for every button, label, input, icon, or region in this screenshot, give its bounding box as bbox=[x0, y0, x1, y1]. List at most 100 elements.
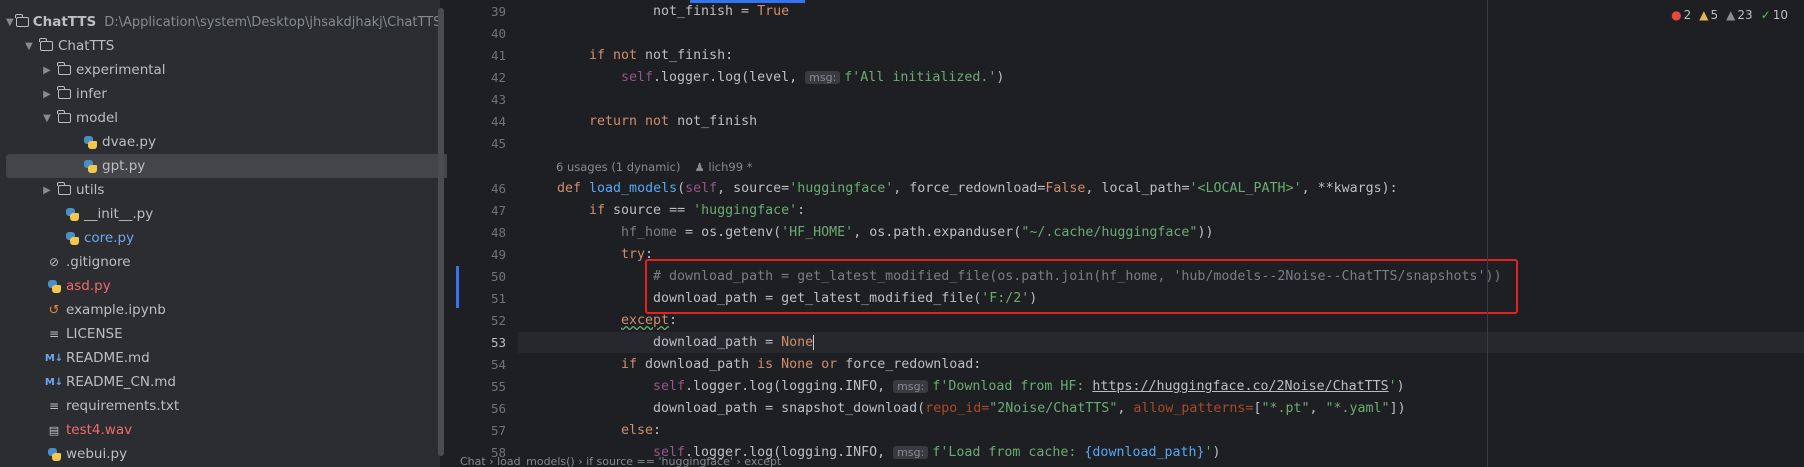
tree-item-webui[interactable]: webui.py bbox=[0, 442, 482, 466]
url-link[interactable]: https://huggingface.co/2Noise/ChatTTS bbox=[1092, 379, 1388, 394]
param-hint: msg: bbox=[805, 71, 841, 84]
active-tab-indicator bbox=[690, 0, 805, 3]
chevron-down-icon[interactable]: ▼ bbox=[6, 17, 14, 28]
code-token: .logger.log(logging.INFO, bbox=[685, 379, 894, 394]
code-token: or bbox=[821, 357, 846, 372]
chevron-down-icon[interactable]: ▼ bbox=[40, 113, 54, 124]
code-token: download_path = bbox=[653, 335, 782, 350]
code-editor[interactable]: 39 40 41 42 43 44 45 46 47 48 49 50 51 5… bbox=[448, 0, 1804, 467]
folder-icon bbox=[56, 86, 72, 101]
tree-item-requirements[interactable]: ≡ requirements.txt bbox=[0, 394, 482, 418]
code-line-53[interactable]: download_path = None bbox=[653, 332, 815, 353]
code-vision-usages[interactable]: 6 usages (1 dynamic) ♟ lich99 * bbox=[556, 160, 752, 174]
breadcrumb-item[interactable]: Chat bbox=[460, 455, 486, 467]
text-caret bbox=[813, 335, 815, 350]
author-label[interactable]: lich99 * bbox=[708, 160, 752, 174]
gitignore-icon: ⊘ bbox=[48, 255, 60, 269]
tree-item-readme[interactable]: M↓ README.md bbox=[0, 346, 482, 370]
tree-item-label: core.py bbox=[84, 230, 135, 246]
code-line-48[interactable]: hf_home = os.getenv('HF_HOME', os.path.e… bbox=[621, 222, 1213, 243]
code-line-44[interactable]: return not not_finish bbox=[589, 111, 757, 132]
code-line-39[interactable]: not_finish = True bbox=[653, 1, 789, 22]
tree-item-example[interactable]: ↺ example.ipynb bbox=[0, 298, 482, 322]
tree-item-label: README.md bbox=[66, 350, 150, 366]
breadcrumb-separator: › bbox=[489, 455, 498, 467]
code-line-42[interactable]: self.logger.log(level, msg: f'All initial… bbox=[621, 67, 1004, 88]
warning-count[interactable]: ▲ 5 bbox=[1699, 8, 1718, 22]
chevron-right-icon[interactable]: ▶ bbox=[40, 185, 54, 196]
code-line-54[interactable]: if download_path is None or force_redown… bbox=[621, 354, 981, 375]
vcs-change-marker[interactable] bbox=[456, 266, 459, 308]
tree-item-infer[interactable]: ▶ infer bbox=[0, 82, 478, 106]
python-file-icon bbox=[46, 447, 62, 461]
code-line-41[interactable]: if not not_finish: bbox=[589, 45, 733, 66]
tree-item-readme-cn[interactable]: M↓ README_CN.md bbox=[0, 370, 482, 394]
code-token: "*.yaml" bbox=[1325, 401, 1390, 416]
tree-item-label: README_CN.md bbox=[66, 374, 177, 390]
inspection-widget[interactable]: ● 2 ▲ 5 ▲ 23 ✓ 10 bbox=[1671, 8, 1788, 22]
code-token: try bbox=[621, 247, 646, 262]
tree-item-label: example.ipynb bbox=[66, 302, 166, 318]
tree-item-init[interactable]: __init__.py bbox=[0, 202, 500, 226]
code-line-47[interactable]: if source == 'huggingface': bbox=[589, 200, 805, 221]
line-number: 43 bbox=[490, 92, 506, 107]
code-token: "2Noise/ChatTTS" bbox=[989, 401, 1118, 416]
usages-link[interactable]: 6 usages (1 dynamic) bbox=[556, 160, 680, 174]
tree-item-label: webui.py bbox=[66, 446, 128, 462]
code-line-57[interactable]: else: bbox=[621, 420, 661, 441]
ok-count[interactable]: ✓ 10 bbox=[1761, 8, 1788, 22]
tree-item-core[interactable]: core.py bbox=[0, 226, 500, 250]
tree-item-model[interactable]: ▼ model bbox=[0, 106, 478, 130]
code-token: is bbox=[757, 357, 782, 372]
line-number: 46 bbox=[490, 181, 506, 196]
line-number: 41 bbox=[490, 48, 506, 63]
code-token: load_models bbox=[589, 181, 678, 196]
code-token: , local_path= bbox=[1085, 181, 1190, 196]
code-line-55[interactable]: self.logger.log(logging.INFO, msg: f'Down… bbox=[653, 376, 1405, 397]
markdown-icon: M↓ bbox=[44, 352, 64, 364]
weak-warning-count[interactable]: ▲ 23 bbox=[1726, 8, 1753, 22]
tree-root[interactable]: ▼ ChatTTS D:\Application\system\Desktop\… bbox=[0, 10, 441, 34]
code-token: False bbox=[1045, 181, 1086, 196]
root-name: ChatTTS bbox=[32, 14, 97, 30]
tree-item-test4[interactable]: ▤ test4.wav bbox=[0, 418, 482, 442]
code-token: not_finish = bbox=[653, 4, 758, 19]
tree-item-license[interactable]: ≡ LICENSE bbox=[0, 322, 482, 346]
code-token: download_path bbox=[645, 357, 758, 372]
param-hint: msg: bbox=[893, 380, 929, 393]
tree-item-asd[interactable]: asd.py bbox=[0, 274, 482, 298]
code-line-56[interactable]: download_path = snapshot_download(repo_i… bbox=[653, 398, 1406, 419]
tree-item-gitignore[interactable]: ⊘ .gitignore bbox=[0, 250, 482, 274]
folder-icon bbox=[56, 182, 72, 197]
tree-item-label: test4.wav bbox=[66, 422, 133, 438]
breadcrumb: Chat › load_models() › if source == 'hug… bbox=[448, 455, 1804, 467]
error-count[interactable]: ● 2 bbox=[1671, 8, 1691, 22]
code-token: download_path = snapshot_download( bbox=[653, 401, 926, 416]
chevron-right-icon[interactable]: ▶ bbox=[40, 89, 54, 100]
line-number: 47 bbox=[490, 203, 506, 218]
chevron-right-icon[interactable]: ▶ bbox=[40, 65, 54, 76]
python-file-icon bbox=[64, 207, 80, 221]
tree-item-experimental[interactable]: ▶ experimental bbox=[0, 58, 478, 82]
code-line-46[interactable]: def load_models(self, source='huggingfac… bbox=[557, 178, 1398, 199]
tree-item-utils[interactable]: ▶ utils bbox=[0, 178, 478, 202]
code-token: self bbox=[685, 181, 718, 196]
code-token: ( bbox=[677, 181, 686, 196]
code-token: allow_patterns= bbox=[1133, 401, 1254, 416]
breadcrumb-item[interactable]: if source == 'huggingface' bbox=[586, 455, 733, 467]
tree-item-gpt[interactable]: gpt.py bbox=[6, 154, 510, 178]
code-token: ) bbox=[996, 70, 1005, 85]
chevron-down-icon[interactable]: ▼ bbox=[22, 41, 36, 52]
breadcrumb-item[interactable]: load_models() bbox=[497, 455, 575, 467]
line-number: 39 bbox=[490, 4, 506, 19]
code-token: not_finish bbox=[677, 114, 758, 129]
folder-icon bbox=[56, 62, 72, 77]
tree-item-label: asd.py bbox=[66, 278, 111, 294]
text-file-icon: ≡ bbox=[48, 399, 60, 413]
code-token: True bbox=[757, 4, 790, 19]
tree-item-chattts[interactable]: ▼ ChatTTS bbox=[0, 34, 460, 58]
code-token: if bbox=[589, 203, 614, 218]
line-number: 54 bbox=[490, 357, 506, 372]
breadcrumb-item[interactable]: except bbox=[744, 455, 781, 467]
project-scrollbar[interactable] bbox=[438, 8, 444, 456]
